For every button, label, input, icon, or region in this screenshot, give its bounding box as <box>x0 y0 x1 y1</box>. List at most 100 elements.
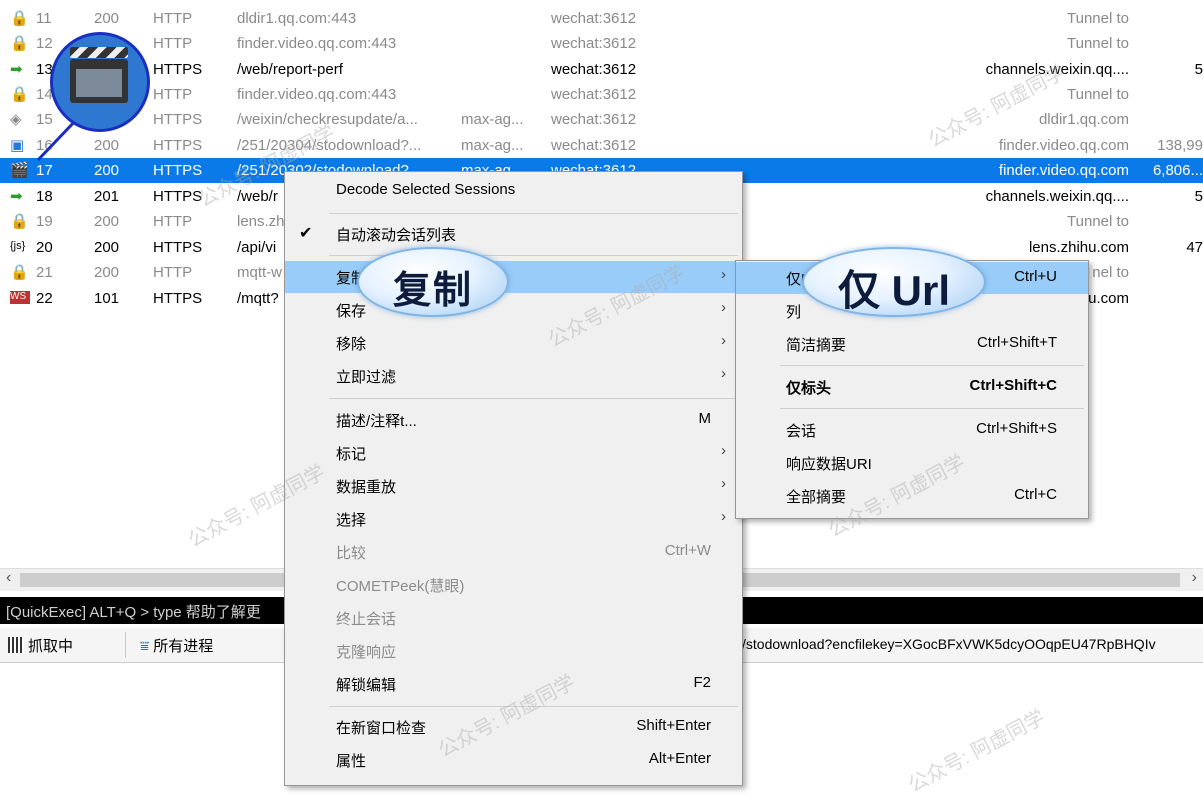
chevron-right-icon: › <box>721 266 726 283</box>
menu-item-unlock-edit[interactable]: 解锁编辑 F2 <box>285 668 742 700</box>
session-host: nel to <box>1092 264 1129 281</box>
session-process: wechat:3612 <box>551 137 637 154</box>
session-host: finder.video.qq.com <box>998 137 1129 154</box>
session-process: wechat:3612 <box>551 86 637 103</box>
menu-item-shortcut: Ctrl+Shift+S <box>976 420 1057 437</box>
context-menu[interactable]: Decode Selected Sessions ✔ 自动滚动会话列表 复制 › 保… <box>284 171 743 786</box>
capturing-label: 抓取中 <box>28 638 74 655</box>
menu-item-save[interactable]: 保存 › <box>285 294 742 326</box>
menu-item-label: 自动滚动会话列表 <box>336 227 457 244</box>
process-filter[interactable]: ⩸ 所有进程 <box>140 635 213 656</box>
session-row[interactable]: 🔒 14 200 HTTP finder.video.qq.com:443 we… <box>0 82 1203 107</box>
session-process: wechat:3612 <box>551 10 637 27</box>
capturing-toggle[interactable]: 抓取中 <box>8 635 73 656</box>
session-host: lens.zhihu.com <box>1028 239 1129 256</box>
menu-separator <box>329 213 738 214</box>
session-number: 22 <box>36 290 53 307</box>
json-icon: {js} <box>10 240 26 252</box>
session-result: 200 <box>94 264 120 281</box>
menu-item-label: 会话 <box>786 423 817 440</box>
menu-item-decode[interactable]: Decode Selected Sessions <box>285 175 742 207</box>
session-row[interactable]: ◈ 15 304 HTTPS /weixin/checkresupdate/a.… <box>0 107 1203 132</box>
menu-item-shortcut: M <box>698 410 712 427</box>
menu-item-inspect-new-window[interactable]: 在新窗口检查 Shift+Enter <box>285 711 742 743</box>
capture-icon <box>8 637 24 653</box>
status-divider <box>125 632 126 658</box>
menu-item-clone-response: 克隆响应 <box>285 635 742 667</box>
submenu-item-terse-summary[interactable]: 简洁摘要 Ctrl+Shift+T <box>736 328 1088 360</box>
submenu-item-session[interactable]: 会话 Ctrl+Shift+S <box>736 414 1088 446</box>
session-number: 20 <box>36 239 53 256</box>
session-host: finder.video.qq.com <box>998 162 1129 179</box>
lock-icon: 🔒 <box>10 86 29 103</box>
session-url: finder.video.qq.com:443 <box>237 35 397 52</box>
menu-item-label: 克隆响应 <box>336 644 397 661</box>
menu-item-shortcut: Ctrl+W <box>664 542 711 559</box>
menu-item-remove[interactable]: 移除 › <box>285 327 742 359</box>
menu-item-comment[interactable]: 描述/注释t... M <box>285 404 742 436</box>
menu-item-replay[interactable]: 数据重放 › <box>285 470 742 502</box>
session-size: 5 <box>1194 61 1203 78</box>
session-protocol: HTTPS <box>153 290 203 307</box>
menu-item-cometpeek: COMETPeek(慧眼) <box>285 569 742 601</box>
menu-item-filter-now[interactable]: 立即过滤 › <box>285 360 742 392</box>
callout-url-only: 仅 Url <box>802 247 986 317</box>
session-url: /weixin/checkresupdate/a... <box>237 111 418 128</box>
submenu-item-response-data-uri[interactable]: 响应数据URI <box>736 447 1088 479</box>
menu-item-label: 属性 <box>336 753 367 770</box>
session-protocol: HTTP <box>153 86 193 103</box>
lock-icon: 🔒 <box>10 10 29 27</box>
session-number: 19 <box>36 213 53 230</box>
session-protocol: HTTPS <box>153 162 203 179</box>
session-protocol: HTTP <box>153 264 193 281</box>
scroll-left-icon[interactable]: ‹ <box>6 569 11 587</box>
session-host: u.com <box>1088 290 1129 307</box>
post-arrow-icon: ➡ <box>10 61 23 78</box>
session-row[interactable]: 🔒 12 200 HTTP finder.video.qq.com:443 we… <box>0 31 1203 56</box>
session-host: channels.weixin.qq.... <box>985 61 1129 78</box>
menu-item-compare: 比较 Ctrl+W <box>285 536 742 568</box>
menu-item-select[interactable]: 选择 › <box>285 503 742 535</box>
submenu-item-full-summary[interactable]: 全部摘要 Ctrl+C <box>736 480 1088 512</box>
session-protocol: HTTP <box>153 35 193 52</box>
menu-item-label: 标记 <box>336 446 367 463</box>
session-url: /251/20304/stodownload?... <box>237 137 422 154</box>
submenu-item-headers-only[interactable]: 仅标头 Ctrl+Shift+C <box>736 371 1088 403</box>
session-number: 15 <box>36 111 53 128</box>
check-icon: ✔ <box>299 225 313 242</box>
menu-item-label: 列 <box>786 304 802 321</box>
menu-item-properties[interactable]: 属性 Alt+Enter <box>285 744 742 776</box>
menu-item-label: 选择 <box>336 512 367 529</box>
menu-item-label: 移除 <box>336 336 367 353</box>
callout-url-text: 仅 Url <box>837 267 950 314</box>
session-url: dldir1.qq.com:443 <box>237 10 357 27</box>
menu-item-abort: 终止会话 <box>285 602 742 634</box>
menu-item-autoscroll[interactable]: ✔ 自动滚动会话列表 <box>285 218 742 250</box>
session-process: wechat:3612 <box>551 111 637 128</box>
menu-separator <box>329 398 738 399</box>
scroll-right-icon[interactable]: › <box>1192 569 1197 587</box>
menu-item-label: COMETPeek(慧眼) <box>336 578 465 595</box>
session-size: 138,99 <box>1157 137 1203 154</box>
session-caching: max-ag... <box>461 137 524 154</box>
menu-item-label: 解锁编辑 <box>336 677 397 694</box>
menu-item-label: 终止会话 <box>336 611 397 628</box>
chevron-right-icon: › <box>721 332 726 349</box>
session-host: channels.weixin.qq.... <box>985 188 1129 205</box>
session-url: /web/report-perf <box>237 61 343 78</box>
session-url: finder.video.qq.com:443 <box>237 86 397 103</box>
lock-icon: 🔒 <box>10 213 29 230</box>
session-row[interactable]: 🔒 11 200 HTTP dldir1.qq.com:443 wechat:3… <box>0 6 1203 31</box>
session-host: Tunnel to <box>1067 10 1129 27</box>
session-row[interactable]: ➡ 13 200 HTTPS /web/report-perf wechat:3… <box>0 57 1203 82</box>
not-modified-icon: ◈ <box>10 111 22 128</box>
menu-item-copy[interactable]: 复制 › <box>285 261 742 293</box>
menu-item-mark[interactable]: 标记 › <box>285 437 742 469</box>
chevron-right-icon: › <box>721 508 726 525</box>
magnified-video-icon <box>50 32 150 132</box>
menu-item-label: 全部摘要 <box>786 489 847 506</box>
menu-item-shortcut: Ctrl+U <box>1014 268 1057 285</box>
menu-item-label: 立即过滤 <box>336 369 397 386</box>
session-protocol: HTTPS <box>153 188 203 205</box>
session-row[interactable]: ▣ 16 200 HTTPS /251/20304/stodownload?..… <box>0 133 1203 158</box>
